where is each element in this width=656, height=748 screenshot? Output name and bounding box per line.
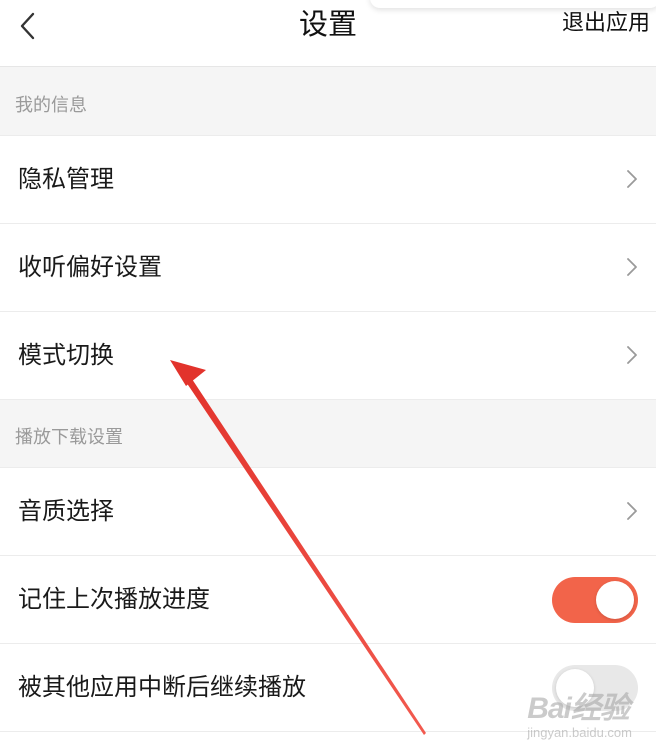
settings-row-mode-switch[interactable]: 模式切换 bbox=[0, 312, 656, 400]
page-title: 设置 bbox=[298, 7, 357, 41]
row-label: 被其他应用中断后继续播放 bbox=[18, 673, 306, 701]
row-label: 收听偏好设置 bbox=[18, 253, 162, 281]
chevron-right-icon bbox=[627, 258, 637, 276]
row-label: 隐私管理 bbox=[18, 165, 114, 193]
section-header-playback-download: 播放下载设置 bbox=[0, 400, 656, 468]
remember-progress-toggle[interactable] bbox=[552, 577, 638, 623]
section-header-my-info: 我的信息 bbox=[0, 67, 656, 136]
settings-row-privacy[interactable]: 隐私管理 bbox=[0, 136, 656, 224]
row-label: 记住上次播放进度 bbox=[18, 585, 210, 613]
watermark-brand: Bai经验 bbox=[527, 692, 630, 725]
row-label: 音质选择 bbox=[18, 497, 114, 525]
settings-row-remember-progress: 记住上次播放进度 bbox=[0, 556, 656, 644]
settings-row-audio-quality[interactable]: 音质选择 bbox=[0, 468, 656, 556]
section-label: 播放下载设置 bbox=[15, 427, 123, 448]
section-label: 我的信息 bbox=[15, 95, 87, 116]
toggle-knob bbox=[596, 581, 634, 619]
app-header: 设置 退出应用 bbox=[0, 0, 656, 67]
settings-row-listening-preferences[interactable]: 收听偏好设置 bbox=[0, 224, 656, 312]
watermark-logo: Bai经验 jingyan.baidu.com bbox=[527, 683, 632, 740]
watermark-url: jingyan.baidu.com bbox=[527, 725, 632, 740]
notification-overlay bbox=[370, 0, 656, 8]
chevron-right-icon bbox=[627, 346, 637, 364]
exit-app-button[interactable]: 退出应用 bbox=[562, 8, 650, 40]
chevron-right-icon bbox=[627, 502, 637, 520]
row-label: 模式切换 bbox=[18, 341, 114, 369]
chevron-right-icon bbox=[627, 170, 637, 188]
